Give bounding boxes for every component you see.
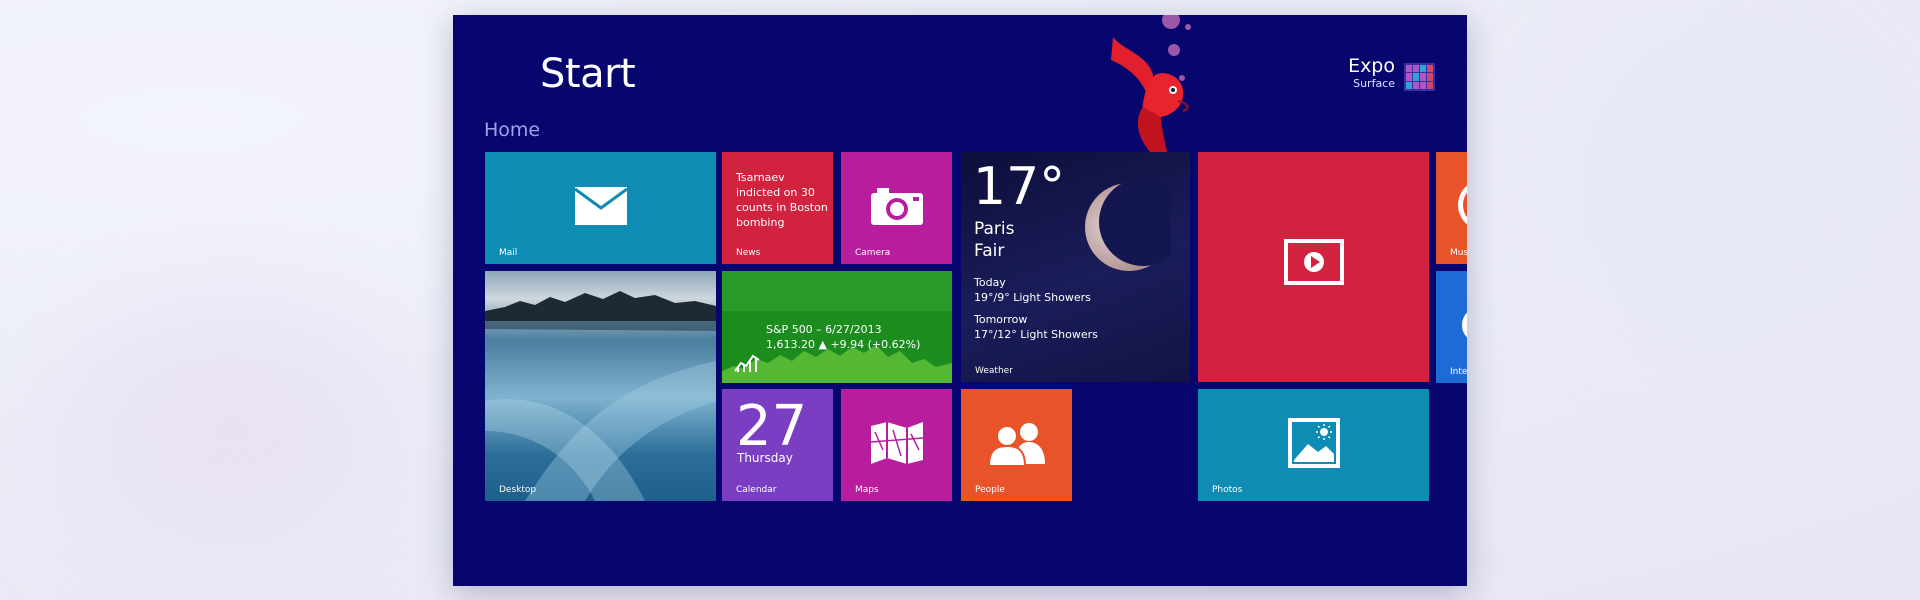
mail-icon — [573, 186, 628, 225]
internet-explorer-icon — [1462, 307, 1467, 343]
calendar-day: 27 — [736, 394, 808, 459]
tile-label: Mus — [1450, 248, 1467, 258]
map-icon — [870, 421, 923, 464]
tile-label: Calendar — [736, 485, 777, 495]
finance-value: 1,613.20 ▲ +9.94 (+0.62%) — [766, 338, 921, 351]
tile-camera[interactable]: Camera — [841, 152, 952, 264]
avatar — [1404, 63, 1435, 91]
headphones-icon — [1458, 182, 1467, 228]
tile-finance[interactable]: S&P 500 – 6/27/2013 1,613.20 ▲ +9.94 (+0… — [722, 271, 952, 383]
finance-text: S&P 500 – 6/27/2013 1,613.20 ▲ +9.94 (+0… — [766, 322, 920, 352]
tile-label: Weather — [975, 366, 1013, 376]
tile-label: People — [975, 485, 1005, 495]
weather-tomorrow-label: Tomorrow — [974, 313, 1028, 326]
user-subtitle: Surface — [1353, 77, 1395, 90]
tile-label: Inter — [1450, 367, 1467, 377]
video-play-icon — [1283, 239, 1344, 286]
photo-icon — [1287, 417, 1340, 468]
tile-label: Photos — [1212, 485, 1243, 495]
weather-city: Paris — [974, 219, 1015, 239]
page-title: Start — [540, 51, 636, 97]
finance-chart-icon — [734, 354, 760, 372]
betta-fish-decoration — [1111, 15, 1191, 155]
tile-desktop[interactable]: Desktop — [485, 271, 716, 501]
tile-label: News — [736, 248, 761, 258]
tile-calendar[interactable]: 27 Thursday Calendar — [722, 389, 833, 501]
tile-label: Desktop — [499, 485, 537, 495]
tile-label: Mail — [499, 248, 518, 258]
news-headline: Tsarnaev indicted on 30 counts in Boston… — [736, 171, 828, 229]
tile-label: Camera — [855, 248, 891, 258]
tile-news[interactable]: Tsarnaev indicted on 30 counts in Boston… — [722, 152, 833, 264]
calendar-weekday: Thursday — [737, 451, 793, 465]
weather-today-forecast: 19°/9° Light Showers — [974, 291, 1091, 304]
tile-music[interactable]: Mus — [1436, 152, 1467, 264]
tile-maps[interactable]: Maps — [841, 389, 952, 501]
group-label-home[interactable]: Home — [484, 119, 540, 141]
tile-mail[interactable]: Mail — [485, 152, 716, 264]
camera-icon — [870, 187, 923, 225]
weather-temperature: 17° — [973, 157, 1066, 217]
tile-people[interactable]: People — [961, 389, 1072, 501]
weather-tomorrow-forecast: 17°/12° Light Showers — [974, 328, 1098, 341]
start-screen: Start Home Expo Surface Mail Tsarnaev in… — [453, 15, 1467, 586]
people-icon — [987, 422, 1045, 466]
moon-icon — [1085, 178, 1171, 271]
user-name: Expo — [1348, 55, 1395, 77]
tile-internet-explorer[interactable]: Inter — [1436, 271, 1467, 383]
tile-weather[interactable]: 17° Paris Fair Today 19°/9° Light Shower… — [961, 152, 1190, 382]
weather-today-label: Today — [974, 276, 1006, 289]
tile-label: Maps — [855, 485, 879, 495]
user-account[interactable]: Expo Surface — [1348, 55, 1435, 91]
tile-photos[interactable]: Photos — [1198, 389, 1429, 501]
tile-video[interactable] — [1198, 152, 1429, 382]
finance-index: S&P 500 – 6/27/2013 — [766, 323, 882, 336]
weather-condition: Fair — [974, 241, 1005, 261]
desktop-wallpaper-image — [485, 291, 716, 501]
